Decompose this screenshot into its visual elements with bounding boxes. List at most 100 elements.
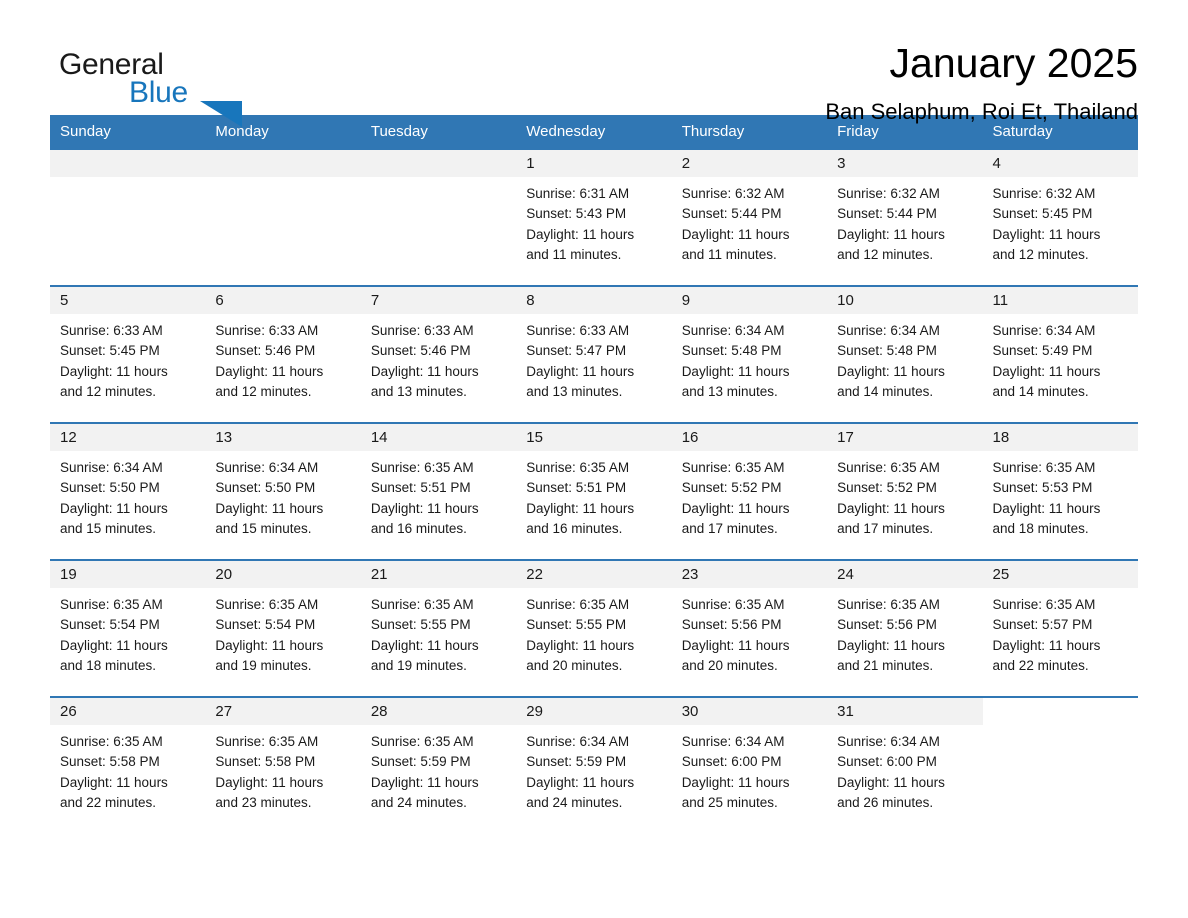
- sunset-time: Sunset: 5:48 PM: [681, 343, 782, 359]
- calendar-day-cell[interactable]: 26 Sunrise: 6:35 AM Sunset: 5:58 PM Dayligh…: [50, 696, 206, 833]
- calendar-day-cell[interactable]: 2 Sunrise: 6:32 AM Sunset: 5:44 PM Daylight…: [671, 148, 828, 286]
- calendar-day-cell[interactable]: 18 Sunrise: 6:35 AM Sunset: 5:53 PM Dayligh…: [982, 422, 1138, 560]
- daylight-duration-line2: and 18 minutes.: [992, 520, 1089, 536]
- daylight-duration-line1: Daylight: 11 hours: [526, 226, 635, 242]
- calendar-day-cell[interactable]: 31 Sunrise: 6:34 AM Sunset: 6:00 PM Dayligh…: [827, 696, 983, 833]
- calendar-day-cell[interactable]: 11 Sunrise: 6:34 AM Sunset: 5:49 PM Dayligh…: [982, 285, 1138, 423]
- sunset-time: Sunset: 5:58 PM: [215, 754, 316, 770]
- sunset-time: Sunset: 5:49 PM: [992, 343, 1093, 359]
- sunrise-time: Sunrise: 6:35 AM: [215, 597, 319, 612]
- daylight-duration-line1: Daylight: 11 hours: [215, 637, 324, 653]
- calendar-day-cell[interactable]: 12 Sunrise: 6:34 AM Sunset: 5:50 PM Dayligh…: [50, 422, 206, 560]
- calendar-day-cell[interactable]: 30 Sunrise: 6:34 AM Sunset: 6:00 PM Dayligh…: [671, 696, 828, 833]
- daylight-duration-line1: Daylight: 11 hours: [215, 363, 324, 379]
- day-sun-info: Sunrise: 6:33 AM Sunset: 5:45 PM Daylight:…: [50, 314, 205, 402]
- calendar-day-cell[interactable]: 20 Sunrise: 6:35 AM Sunset: 5:54 PM Dayligh…: [205, 559, 361, 697]
- calendar-day-cell: [50, 148, 206, 286]
- sunrise-time: Sunrise: 6:34 AM: [837, 734, 940, 749]
- calendar-day-cell[interactable]: 21 Sunrise: 6:35 AM Sunset: 5:55 PM Dayligh…: [360, 559, 517, 697]
- sunset-time: Sunset: 5:56 PM: [837, 617, 937, 633]
- calendar-day-cell[interactable]: 8 Sunrise: 6:33 AM Sunset: 5:47 PM Daylight…: [516, 285, 672, 423]
- sunset-time: Sunset: 5:57 PM: [992, 617, 1093, 633]
- day-sun-info: Sunrise: 6:35 AM Sunset: 5:52 PM Daylight:…: [672, 451, 827, 539]
- day-sun-info: Sunrise: 6:35 AM Sunset: 5:52 PM Daylight:…: [827, 451, 982, 539]
- sunrise-time: Sunrise: 6:34 AM: [215, 460, 319, 475]
- calendar-day-cell[interactable]: 25 Sunrise: 6:35 AM Sunset: 5:57 PM Dayligh…: [982, 559, 1138, 697]
- calendar-body: 1 Sunrise: 6:31 AM Sunset: 5:43 PM Daylight…: [50, 148, 1138, 833]
- calendar-day-cell[interactable]: 29 Sunrise: 6:34 AM Sunset: 5:59 PM Dayligh…: [516, 696, 672, 833]
- daylight-duration-line2: and 15 minutes.: [215, 520, 312, 536]
- day-sun-info: Sunrise: 6:35 AM Sunset: 5:56 PM Daylight:…: [672, 588, 827, 676]
- sunrise-time: Sunrise: 6:35 AM: [60, 597, 163, 612]
- daylight-duration-line1: Daylight: 11 hours: [837, 226, 945, 242]
- calendar-day-cell[interactable]: 5 Sunrise: 6:33 AM Sunset: 5:45 PM Daylight…: [50, 285, 206, 423]
- calendar-day-cell[interactable]: 1 Sunrise: 6:31 AM Sunset: 5:43 PM Daylight…: [516, 148, 672, 286]
- sunset-time: Sunset: 5:53 PM: [992, 480, 1093, 496]
- day-cell-inner: 5 Sunrise: 6:33 AM Sunset: 5:45 PM Daylight…: [50, 287, 206, 422]
- day-number: 29: [516, 698, 672, 725]
- calendar-day-cell: [982, 696, 1138, 833]
- day-sun-info: Sunrise: 6:35 AM Sunset: 5:51 PM Daylight:…: [361, 451, 516, 539]
- daylight-duration-line2: and 25 minutes.: [681, 794, 778, 810]
- calendar-day-cell[interactable]: 4 Sunrise: 6:32 AM Sunset: 5:45 PM Daylight…: [982, 148, 1138, 286]
- daylight-duration-line2: and 11 minutes.: [526, 246, 622, 262]
- sunrise-time: Sunrise: 6:35 AM: [837, 597, 940, 612]
- day-cell-inner: 22 Sunrise: 6:35 AM Sunset: 5:55 PM Dayligh…: [516, 561, 672, 696]
- calendar-day-cell[interactable]: 6 Sunrise: 6:33 AM Sunset: 5:46 PM Daylight…: [205, 285, 361, 423]
- sunrise-time: Sunrise: 6:32 AM: [837, 186, 940, 201]
- day-number: 31: [827, 698, 983, 725]
- day-cell-inner: 25 Sunrise: 6:35 AM Sunset: 5:57 PM Dayligh…: [982, 561, 1138, 696]
- sunset-time: Sunset: 5:44 PM: [681, 206, 782, 222]
- calendar-day-cell[interactable]: 3 Sunrise: 6:32 AM Sunset: 5:44 PM Daylight…: [827, 148, 983, 286]
- sunset-time: Sunset: 5:50 PM: [60, 480, 160, 496]
- day-sun-info: Sunrise: 6:35 AM Sunset: 5:54 PM Daylight:…: [205, 588, 360, 676]
- calendar-day-cell[interactable]: 15 Sunrise: 6:35 AM Sunset: 5:51 PM Dayligh…: [516, 422, 672, 560]
- daylight-duration-line1: Daylight: 11 hours: [681, 637, 790, 653]
- day-number: [360, 150, 517, 177]
- sunrise-time: Sunrise: 6:35 AM: [526, 597, 630, 612]
- day-cell-inner: 14 Sunrise: 6:35 AM Sunset: 5:51 PM Dayligh…: [360, 424, 517, 559]
- day-cell-inner: 31 Sunrise: 6:34 AM Sunset: 6:00 PM Dayligh…: [827, 698, 983, 833]
- day-sun-info: Sunrise: 6:34 AM Sunset: 5:50 PM Daylight:…: [50, 451, 205, 539]
- calendar-day-cell[interactable]: 16 Sunrise: 6:35 AM Sunset: 5:52 PM Dayligh…: [671, 422, 828, 560]
- calendar-day-cell[interactable]: 14 Sunrise: 6:35 AM Sunset: 5:51 PM Dayligh…: [360, 422, 517, 560]
- daylight-duration-line2: and 26 minutes.: [837, 794, 934, 810]
- calendar-day-cell[interactable]: 9 Sunrise: 6:34 AM Sunset: 5:48 PM Daylight…: [671, 285, 828, 423]
- sunset-time: Sunset: 5:50 PM: [215, 480, 316, 496]
- calendar-day-cell[interactable]: 23 Sunrise: 6:35 AM Sunset: 5:56 PM Dayligh…: [671, 559, 828, 697]
- calendar-day-cell[interactable]: 13 Sunrise: 6:34 AM Sunset: 5:50 PM Dayligh…: [205, 422, 361, 560]
- day-cell-inner: 17 Sunrise: 6:35 AM Sunset: 5:52 PM Dayligh…: [827, 424, 983, 559]
- sunrise-time: Sunrise: 6:35 AM: [526, 460, 630, 475]
- daylight-duration-line2: and 15 minutes.: [60, 520, 157, 536]
- day-number: 5: [50, 287, 206, 314]
- sunrise-time: Sunrise: 6:34 AM: [992, 323, 1096, 338]
- general-blue-logo[interactable]: General Blue: [50, 40, 242, 127]
- calendar-day-cell[interactable]: 10 Sunrise: 6:34 AM Sunset: 5:48 PM Dayligh…: [827, 285, 983, 423]
- calendar-day-cell[interactable]: 28 Sunrise: 6:35 AM Sunset: 5:59 PM Dayligh…: [360, 696, 517, 833]
- day-sun-info: Sunrise: 6:32 AM Sunset: 5:45 PM Daylight:…: [983, 177, 1138, 265]
- day-number: 12: [50, 424, 206, 451]
- daylight-duration-line1: Daylight: 11 hours: [60, 500, 168, 516]
- day-cell-inner: 8 Sunrise: 6:33 AM Sunset: 5:47 PM Daylight…: [516, 287, 672, 422]
- daylight-duration-line1: Daylight: 11 hours: [681, 226, 790, 242]
- sunset-time: Sunset: 5:55 PM: [370, 617, 471, 633]
- day-sun-info: Sunrise: 6:34 AM Sunset: 5:50 PM Daylight:…: [205, 451, 360, 539]
- day-sun-info: Sunrise: 6:35 AM Sunset: 5:59 PM Daylight:…: [361, 725, 516, 813]
- daylight-duration-line1: Daylight: 11 hours: [526, 774, 635, 790]
- day-number: 14: [360, 424, 517, 451]
- day-number: [205, 150, 361, 177]
- daylight-duration-line1: Daylight: 11 hours: [837, 774, 945, 790]
- day-sun-info: Sunrise: 6:35 AM Sunset: 5:54 PM Daylight:…: [50, 588, 205, 676]
- calendar-day-cell[interactable]: 24 Sunrise: 6:35 AM Sunset: 5:56 PM Dayligh…: [827, 559, 983, 697]
- calendar-day-cell[interactable]: 7 Sunrise: 6:33 AM Sunset: 5:46 PM Daylight…: [360, 285, 517, 423]
- sunrise-time: Sunrise: 6:35 AM: [370, 734, 474, 749]
- day-sun-info: Sunrise: 6:35 AM Sunset: 5:55 PM Daylight:…: [516, 588, 671, 676]
- calendar-day-cell[interactable]: 17 Sunrise: 6:35 AM Sunset: 5:52 PM Dayligh…: [827, 422, 983, 560]
- day-sun-info: Sunrise: 6:34 AM Sunset: 5:59 PM Daylight:…: [516, 725, 671, 813]
- day-number: 4: [982, 150, 1138, 177]
- calendar-day-cell[interactable]: 27 Sunrise: 6:35 AM Sunset: 5:58 PM Dayligh…: [205, 696, 361, 833]
- calendar-day-cell[interactable]: 19 Sunrise: 6:35 AM Sunset: 5:54 PM Dayligh…: [50, 559, 206, 697]
- sunset-time: Sunset: 5:51 PM: [526, 480, 627, 496]
- calendar-day-cell[interactable]: 22 Sunrise: 6:35 AM Sunset: 5:55 PM Dayligh…: [516, 559, 672, 697]
- daylight-duration-line2: and 24 minutes.: [370, 794, 467, 810]
